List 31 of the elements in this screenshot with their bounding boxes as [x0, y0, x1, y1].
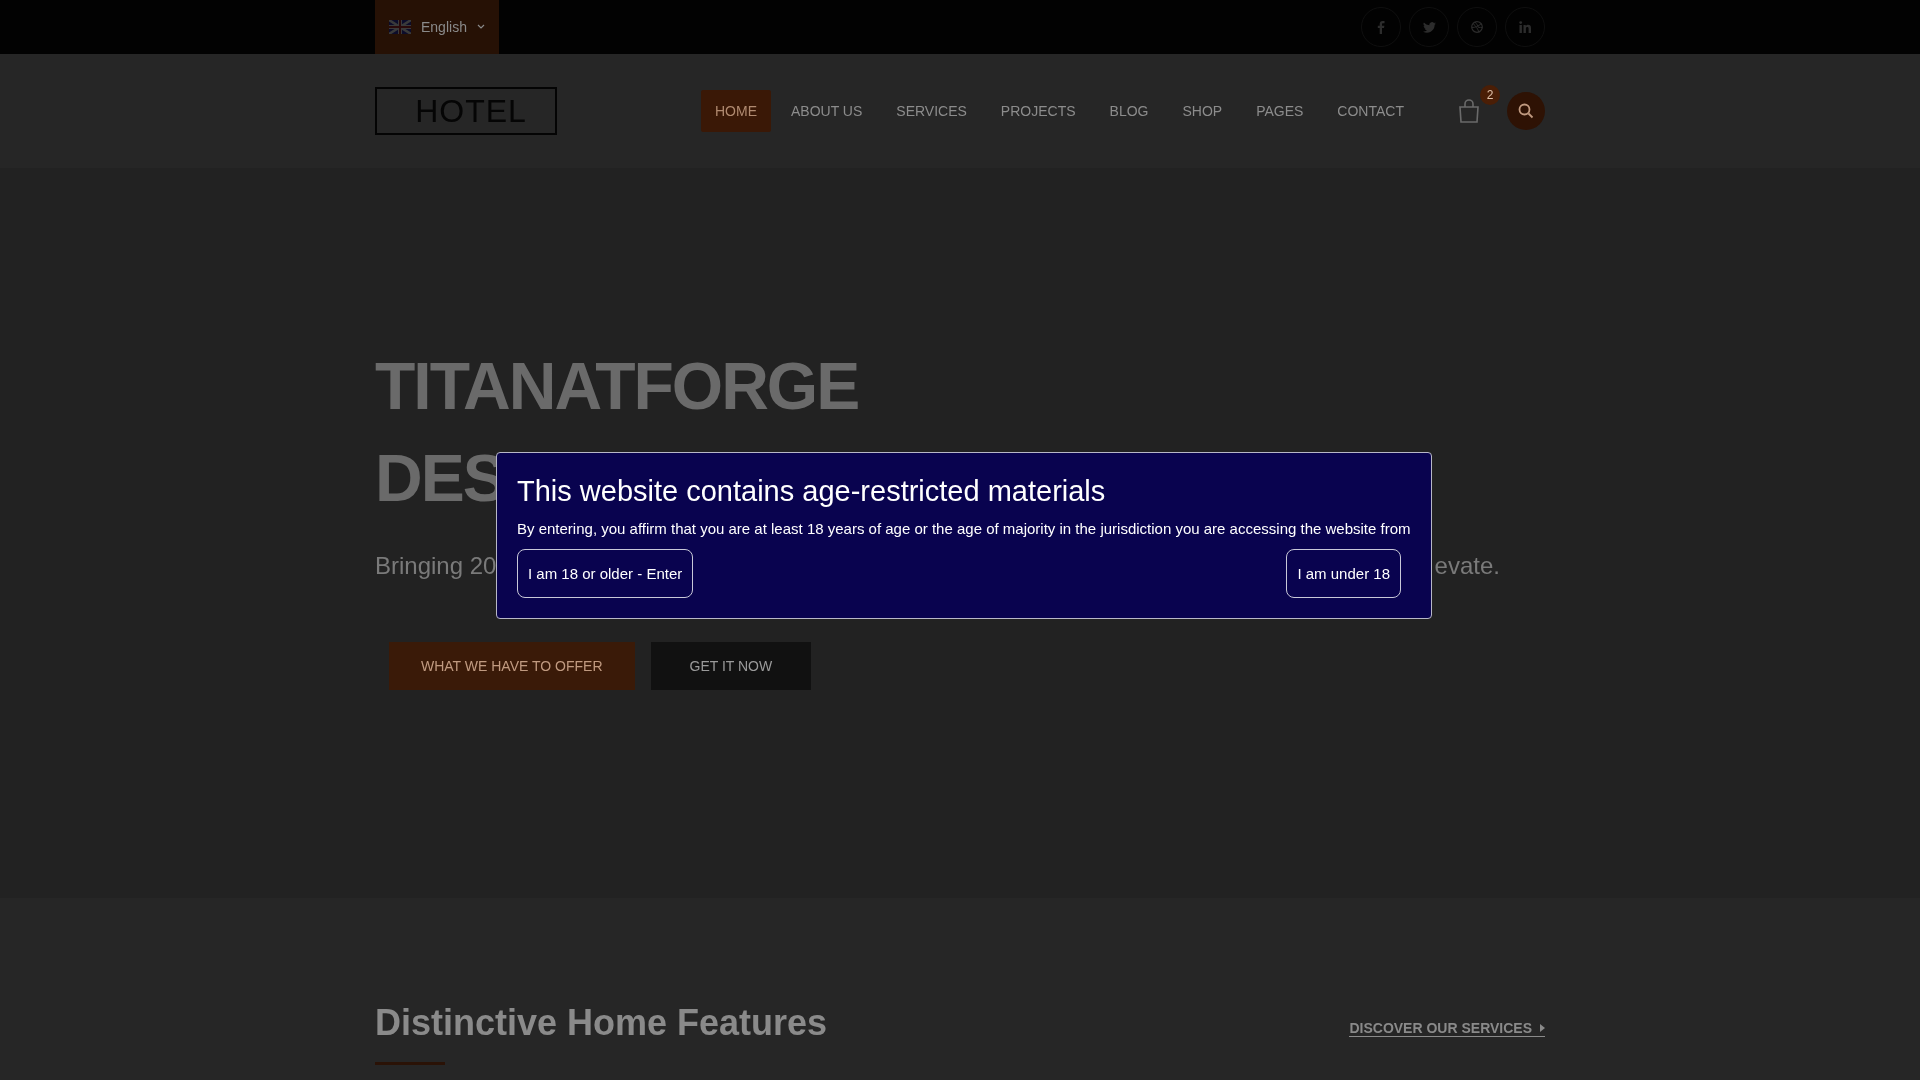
- uk-flag-icon: [389, 20, 411, 34]
- nav-link[interactable]: ABOUT US: [777, 90, 877, 132]
- cart-count-badge: 2: [1479, 85, 1500, 105]
- search-icon: [1518, 103, 1534, 119]
- nav-link[interactable]: PROJECTS: [986, 90, 1090, 132]
- hero-subtitle: Bringing 20: [375, 552, 497, 580]
- exit-button[interactable]: I am under 18: [1286, 549, 1401, 598]
- chevron-down-icon: [476, 24, 485, 30]
- shopping-bag-icon[interactable]: [1457, 99, 1480, 123]
- dialog-text: By entering, you affirm that you are at least 18 years of age or the age of majority in the jurisdiction you are accessing the website from: [517, 520, 1411, 537]
- section-title: Distinctive Home Features: [375, 1002, 828, 1044]
- nav-link[interactable]: CONTACT: [1323, 90, 1418, 132]
- facebook-icon: [1377, 20, 1385, 34]
- dribbble-icon: [1471, 21, 1483, 33]
- hero-button[interactable]: WHAT WE HAVE TO OFFER: [389, 642, 635, 690]
- hero-title: TITANATFORGE: [375, 348, 859, 425]
- search-button[interactable]: [1507, 92, 1545, 130]
- nav-link[interactable]: SERVICES: [882, 90, 981, 132]
- enter-button[interactable]: I am 18 or older - Enter: [517, 549, 694, 598]
- hero-subtitle: evate.: [1434, 552, 1500, 580]
- linkedin-icon: [1519, 21, 1531, 33]
- language-selector[interactable]: English: [375, 0, 499, 54]
- dialog-title: This website contains age-restricted materials: [517, 475, 1107, 508]
- discover-services-link[interactable]: DISCOVER OUR SERVICES: [1349, 1020, 1545, 1037]
- caret-right-icon: [1540, 1024, 1545, 1032]
- nav-link[interactable]: SHOP: [1168, 90, 1237, 132]
- hero-button[interactable]: GET IT NOW: [650, 642, 812, 690]
- nav-link[interactable]: HOME: [701, 90, 771, 132]
- nav-link[interactable]: BLOG: [1095, 90, 1163, 132]
- twitter-icon: [1422, 21, 1436, 33]
- nav-link[interactable]: PAGES: [1242, 90, 1318, 132]
